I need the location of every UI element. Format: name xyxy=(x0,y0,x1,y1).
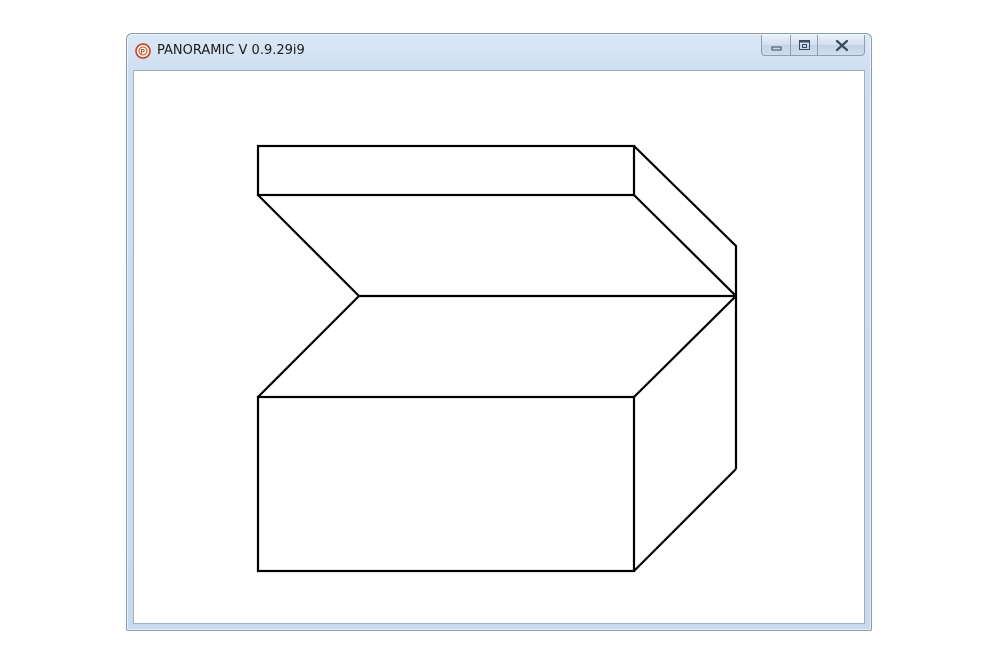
lid-front-edge xyxy=(256,144,636,197)
box-front-face xyxy=(256,395,636,573)
minimize-button[interactable] xyxy=(761,35,790,56)
maximize-button[interactable] xyxy=(790,35,817,56)
drawing-canvas[interactable] xyxy=(133,70,865,624)
box-left-top-edge xyxy=(257,295,360,398)
window-controls xyxy=(761,35,865,57)
lid-side-lower-edge xyxy=(633,194,737,297)
maximize-icon xyxy=(799,40,810,50)
box-bottom-right-edge xyxy=(633,468,737,572)
svg-text:P: P xyxy=(141,48,145,56)
panoramic-app-icon[interactable]: P xyxy=(135,43,151,59)
minimize-icon xyxy=(771,46,782,51)
close-icon xyxy=(835,39,849,52)
window-title: PANORAMIC V 0.9.29i9 xyxy=(157,43,305,58)
application-window: P PANORAMIC V 0.9.29i9 xyxy=(126,33,872,631)
open-box-drawing xyxy=(256,144,738,573)
box-right-top-edge xyxy=(633,295,737,398)
lid-left-fold xyxy=(257,194,360,297)
lid-side-edge xyxy=(633,145,738,469)
title-bar[interactable]: P PANORAMIC V 0.9.29i9 xyxy=(127,34,871,68)
close-button[interactable] xyxy=(817,35,865,56)
